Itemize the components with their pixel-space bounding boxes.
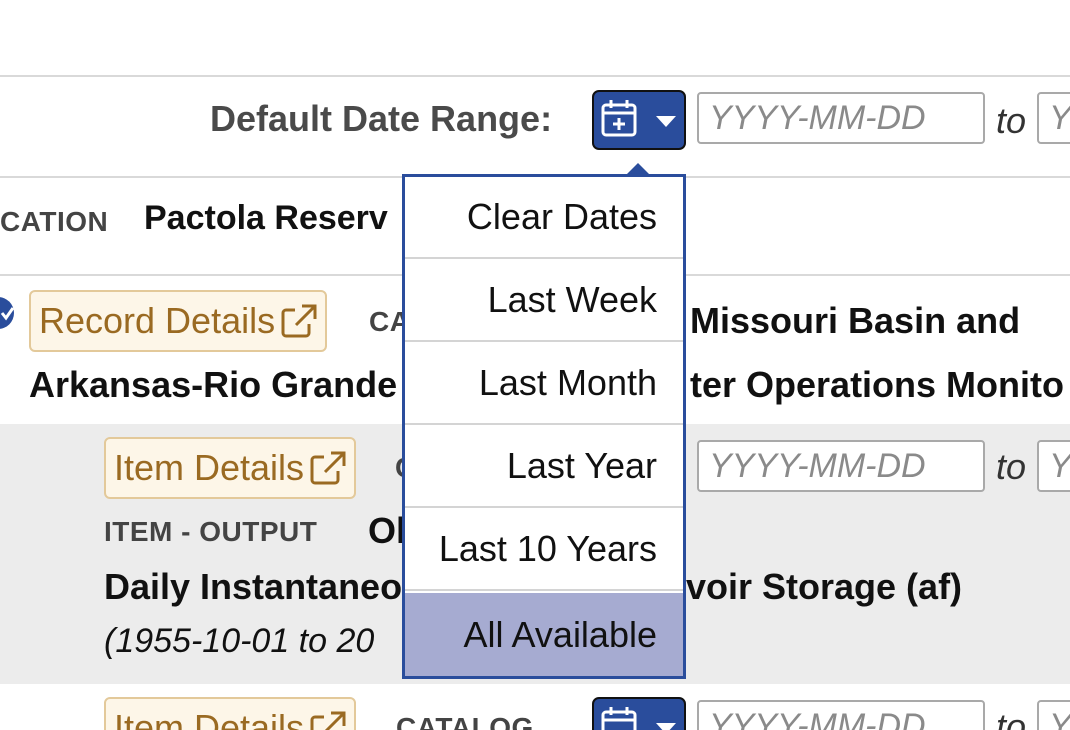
date-range-preset-button[interactable] — [592, 697, 686, 730]
default-date-range-label: Default Date Range: — [210, 98, 553, 139]
menu-item-last-week[interactable]: Last Week — [405, 260, 683, 342]
start-date-input[interactable]: YYYY-MM-DD — [697, 92, 985, 144]
end-date-input[interactable]: Y — [1037, 92, 1070, 144]
item-details-label: Item Details — [114, 447, 305, 488]
menu-item-clear-dates[interactable]: Clear Dates — [405, 177, 683, 259]
calendar-plus-icon — [600, 705, 638, 730]
item-output-label: ITEM - OUTPUT — [104, 516, 318, 547]
record-title: Missouri Basin and — [690, 300, 1021, 341]
location-value: Pactola Reserv — [144, 199, 388, 237]
date-range-preset-button[interactable] — [592, 90, 686, 150]
record-details-label: Record Details — [39, 300, 276, 341]
item-start-date-input[interactable]: YYYY-MM-DD — [697, 440, 985, 492]
item-details-button[interactable]: Item Details — [104, 437, 357, 499]
item-output-value: Ol — [368, 510, 407, 551]
menu-item-last-month[interactable]: Last Month — [405, 343, 683, 425]
external-link-icon — [281, 304, 317, 338]
location-label: CATION — [0, 206, 109, 237]
to-label: to — [996, 706, 1027, 730]
record-title-line2: Arkansas-Rio Grande — [29, 364, 398, 405]
to-label: to — [996, 446, 1027, 487]
item-name: Daily Instantaneo — [104, 566, 403, 607]
menu-item-last-year[interactable]: Last Year — [405, 426, 683, 508]
external-link-icon — [310, 711, 346, 730]
external-link-icon — [310, 451, 346, 485]
item-end-date-input[interactable]: Y — [1037, 440, 1070, 492]
item-end-date-input[interactable]: Y — [1037, 700, 1070, 730]
calendar-plus-icon — [600, 98, 638, 143]
item-period-of-record: (1955-10-01 to 20 — [104, 622, 375, 660]
chevron-down-icon — [656, 723, 676, 730]
record-title-line2-right: ter Operations Monito — [690, 364, 1065, 405]
check-circle-icon[interactable] — [0, 297, 14, 329]
item-catalog-label: CATALOG — [396, 712, 534, 730]
record-details-button[interactable]: Record Details — [29, 290, 328, 352]
date-range-preset-menu: Clear Dates Last Week Last Month Last Ye… — [402, 174, 686, 679]
menu-item-last-10-years[interactable]: Last 10 Years — [405, 509, 683, 591]
item-start-date-input[interactable]: YYYY-MM-DD — [697, 700, 985, 730]
chevron-down-icon — [656, 116, 676, 127]
to-label: to — [996, 100, 1027, 141]
item-name-right: voir Storage (af) — [686, 566, 963, 607]
item-details-button[interactable]: Item Details — [104, 697, 357, 730]
divider — [0, 75, 1070, 77]
item-details-label: Item Details — [114, 707, 305, 730]
menu-item-all-available[interactable]: All Available — [405, 593, 683, 676]
